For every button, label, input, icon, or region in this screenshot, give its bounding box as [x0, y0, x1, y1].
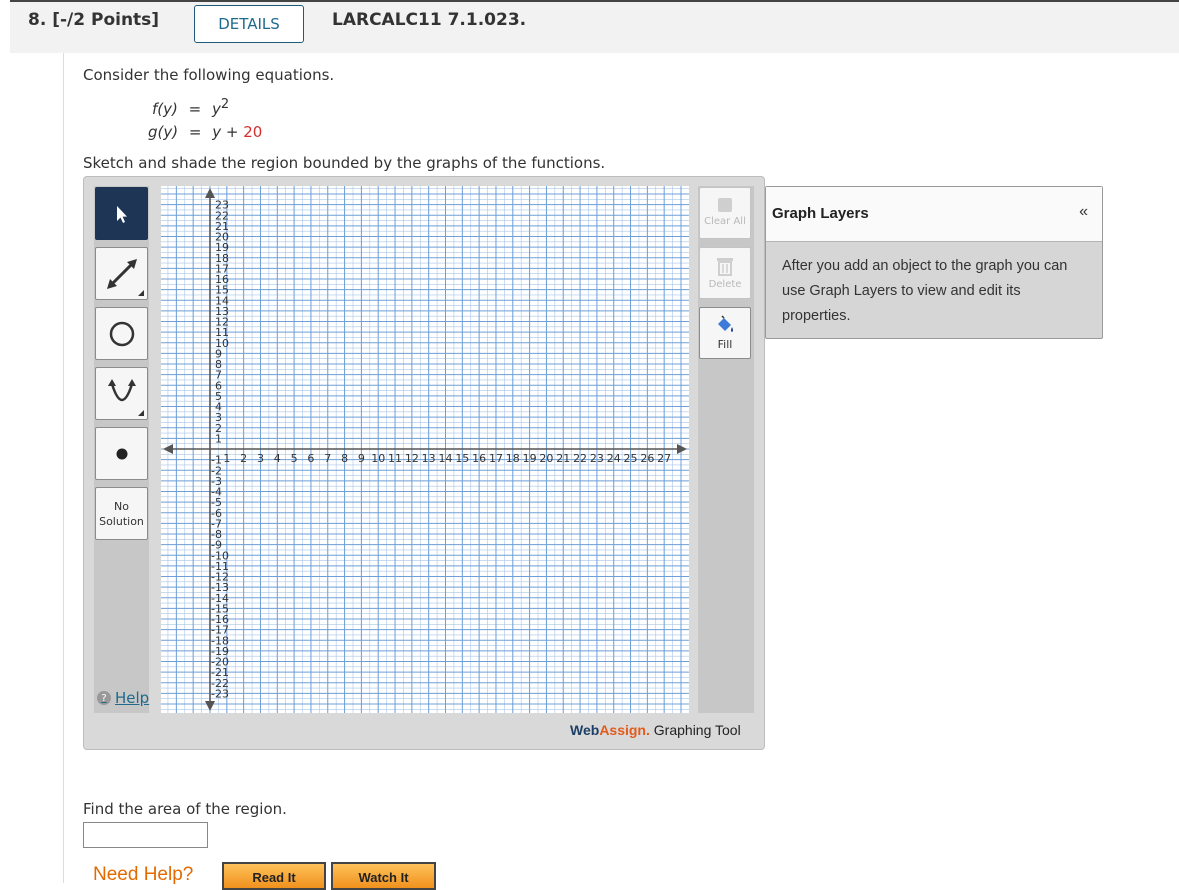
f-exponent: 2: [220, 97, 230, 112]
x-tick-label: 5: [291, 452, 298, 465]
fill-button[interactable]: Fill: [699, 307, 751, 359]
x-tick-label: 7: [324, 452, 331, 465]
circle-icon: [109, 321, 134, 346]
delete-label: Delete: [708, 279, 742, 290]
f-base: y: [212, 100, 221, 118]
pointer-tool-button[interactable]: [95, 187, 148, 240]
area-prompt: Find the area of the region.: [83, 800, 287, 818]
x-tick-label: 9: [358, 452, 365, 465]
x-tick-label: 17: [489, 452, 503, 465]
parabola-tool-menu-icon: [138, 410, 144, 416]
webassign-brand: WebAssign. Graphing Tool: [570, 722, 741, 738]
line-tool-button[interactable]: [95, 247, 148, 300]
help-label: Help: [115, 689, 150, 707]
x-tick-label: 25: [624, 452, 638, 465]
left-rule: [63, 53, 64, 883]
x-tick-label: 26: [640, 452, 654, 465]
help-question-icon: ?: [97, 691, 111, 705]
trash-icon: [717, 258, 733, 276]
equation-g: g(y) = y + 20: [148, 123, 262, 141]
x-tick-label: 1: [223, 452, 230, 465]
x-tick-label: 20: [539, 452, 553, 465]
no-solution-line1: No: [114, 499, 129, 513]
graph-layers-description: After you add an object to the graph you…: [782, 258, 1068, 324]
g-name: g(y): [148, 123, 179, 141]
read-it-button[interactable]: Read It: [222, 862, 326, 890]
g-equals: =: [188, 123, 202, 141]
x-tick-label: 18: [506, 452, 520, 465]
x-tick-label: 11: [388, 452, 402, 465]
clear-all-icon: [718, 198, 732, 212]
graph-layers-panel: Graph Layers « After you add an object t…: [765, 186, 1103, 339]
g-constant: 20: [243, 123, 263, 141]
watch-it-button[interactable]: Watch It: [331, 862, 436, 890]
x-tick-label: 22: [573, 452, 587, 465]
brand-assign: Assign.: [599, 722, 650, 738]
instruction-text: Sketch and shade the region bounded by t…: [83, 154, 606, 172]
x-tick-label: 15: [455, 452, 469, 465]
intro-text: Consider the following equations.: [83, 66, 335, 84]
x-tick-label: 14: [439, 452, 453, 465]
x-tick-label: 2: [240, 452, 247, 465]
pointer-arrow-icon: [116, 205, 127, 223]
x-tick-label: 6: [307, 452, 314, 465]
help-link[interactable]: ? Help: [97, 689, 149, 707]
parabola-tool-button[interactable]: [95, 367, 148, 420]
no-solution-label: No Solution: [99, 499, 144, 529]
point-icon: [116, 448, 127, 459]
delete-button[interactable]: Delete: [699, 247, 751, 299]
brand-suffix: Graphing Tool: [649, 722, 741, 738]
x-tick-label: 12: [405, 452, 419, 465]
graph-canvas[interactable]: 1 2 3 4 5 6 7 8 9 10 11 12 13 14 15 16 17 18 19 20 21 22 23 24 2…: [161, 186, 689, 713]
brand-web: Web: [570, 722, 600, 738]
x-tick-label: 10: [371, 452, 385, 465]
graph-layers-header: Graph Layers «: [766, 187, 1102, 242]
f-name: f(y): [152, 100, 178, 118]
x-tick-label: 13: [422, 452, 436, 465]
f-equals: =: [188, 100, 202, 118]
clear-all-button[interactable]: Clear All: [699, 187, 751, 239]
equation-f: f(y) = y2: [152, 97, 229, 118]
paint-bucket-icon: [718, 315, 733, 332]
x-tick-label: 4: [274, 452, 281, 465]
details-button[interactable]: DETAILS: [194, 5, 304, 43]
no-solution-line2: Solution: [99, 514, 144, 528]
y-tick-label: 23: [215, 199, 229, 212]
question-number: 8. [-/2 Points]: [28, 10, 160, 30]
question-header: 8. [-/2 Points] DETAILS LARCALC11 7.1.02…: [10, 0, 1179, 53]
x-tick-label: 23: [590, 452, 604, 465]
question-id: LARCALC11 7.1.023.: [332, 10, 527, 30]
graph-layers-title: Graph Layers: [772, 205, 869, 222]
x-tick-label: 24: [607, 452, 621, 465]
point-tool-button[interactable]: [95, 427, 148, 480]
circle-tool-button[interactable]: [95, 307, 148, 360]
clear-all-label: Clear All: [704, 216, 746, 227]
fill-label: Fill: [717, 338, 733, 351]
line-tool-menu-icon: [138, 290, 144, 296]
x-tick-label: 27: [657, 452, 671, 465]
x-tick-label: 21: [556, 452, 570, 465]
collapse-icon[interactable]: «: [1079, 203, 1088, 221]
y-tick-label: -23: [211, 687, 229, 700]
no-solution-button[interactable]: No Solution: [95, 487, 148, 540]
line-icon: [106, 258, 137, 289]
g-expression: y +: [212, 123, 239, 141]
x-tick-label: 19: [523, 452, 537, 465]
parabola-icon: [107, 378, 136, 401]
x-tick-label: 16: [472, 452, 486, 465]
area-answer-input[interactable]: [83, 822, 208, 848]
x-tick-label: 8: [341, 452, 348, 465]
x-tick-label: 3: [257, 452, 264, 465]
